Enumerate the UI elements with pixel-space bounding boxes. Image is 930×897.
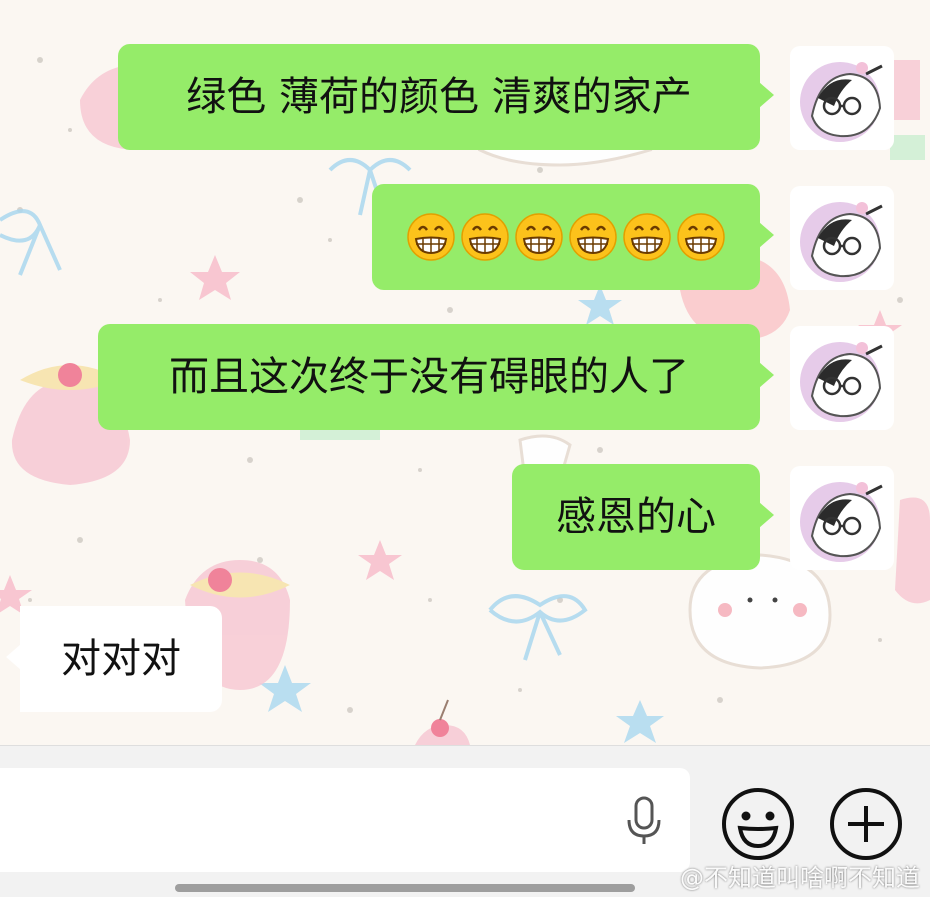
message-text: 感恩的心 <box>556 494 716 540</box>
home-indicator <box>175 884 635 892</box>
message-input[interactable] <box>0 768 690 872</box>
grinning-face-icon <box>569 213 617 261</box>
input-bar: @不知道叫啥啊不知道 <box>0 745 930 897</box>
plus-icon[interactable] <box>826 784 906 864</box>
grinning-face-icon <box>407 213 455 261</box>
user-avatar[interactable] <box>790 466 894 570</box>
user-avatar[interactable] <box>790 46 894 150</box>
user-avatar[interactable] <box>790 326 894 430</box>
chat-message-list[interactable]: 绿色 薄荷的颜色 清爽的家产 而且这次终于没有碍眼的人了 感恩的心 对对对 <box>0 0 930 745</box>
message-bubble-outgoing[interactable]: 感恩的心 <box>512 464 774 570</box>
message-text: 绿色 薄荷的颜色 清爽的家产 <box>186 74 692 120</box>
microphone-icon[interactable] <box>616 792 672 848</box>
message-text: 对对对 <box>61 636 181 682</box>
message-bubble-outgoing[interactable]: 而且这次终于没有碍眼的人了 <box>98 324 774 430</box>
emoji-row <box>402 184 730 290</box>
emoji-icon[interactable] <box>718 784 798 864</box>
grinning-face-icon <box>623 213 671 261</box>
grinning-face-icon <box>677 213 725 261</box>
user-avatar[interactable] <box>790 186 894 290</box>
message-bubble-outgoing[interactable]: 绿色 薄荷的颜色 清爽的家产 <box>118 44 774 150</box>
grinning-face-icon <box>515 213 563 261</box>
message-text: 而且这次终于没有碍眼的人了 <box>169 354 689 400</box>
watermark: @不知道叫啥啊不知道 <box>680 864 920 892</box>
grinning-face-icon <box>461 213 509 261</box>
message-bubble-incoming[interactable]: 对对对 <box>6 606 222 712</box>
message-bubble-outgoing[interactable] <box>372 184 774 290</box>
